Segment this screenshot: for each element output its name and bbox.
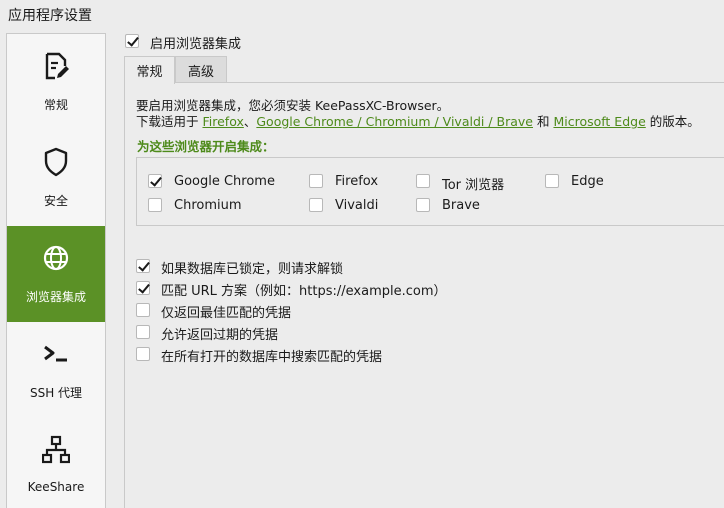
enable-browser-integration-label: 启用浏览器集成 bbox=[150, 37, 242, 52]
edit-document-icon bbox=[41, 50, 71, 82]
match-url-scheme-label: 匹配 URL 方案（例如：https://example.com） bbox=[161, 284, 447, 299]
unlock-database-label: 如果数据库已锁定，则请求解锁 bbox=[161, 262, 344, 277]
browsers-section-title: 为这些浏览器开启集成： bbox=[137, 139, 275, 154]
sidebar-item-label: 浏览器集成 bbox=[25, 290, 86, 304]
chrome-link[interactable]: Google Chrome / Chromium / Vivaldi / Bra… bbox=[256, 114, 533, 129]
sidebar-item-general[interactable]: 常规 bbox=[7, 34, 105, 130]
tor-browser-checkbox[interactable] bbox=[416, 174, 430, 188]
chromium-label: Chromium bbox=[174, 198, 242, 213]
edge-checkbox[interactable] bbox=[545, 174, 559, 188]
tab-general[interactable]: 常规 bbox=[124, 56, 175, 84]
vivaldi-label: Vivaldi bbox=[335, 198, 379, 213]
brave-label: Brave bbox=[442, 198, 480, 213]
sidebar-item-label: 安全 bbox=[43, 194, 68, 208]
shield-icon bbox=[41, 146, 71, 178]
best-match-only-label: 仅返回最佳匹配的凭据 bbox=[161, 306, 292, 321]
chromium-checkbox[interactable] bbox=[148, 198, 162, 212]
best-match-only-checkbox[interactable] bbox=[136, 303, 150, 317]
google-chrome-label: Google Chrome bbox=[174, 174, 275, 189]
brave-checkbox[interactable] bbox=[416, 198, 430, 212]
search-all-databases-label: 在所有打开的数据库中搜索匹配的凭据 bbox=[161, 350, 383, 365]
tor-browser-label: Tor 浏览器 bbox=[442, 178, 505, 193]
sidebar-item-ssh-agent[interactable]: SSH 代理 bbox=[7, 322, 105, 418]
network-icon bbox=[41, 434, 71, 466]
edge-label: Edge bbox=[571, 174, 604, 189]
edge-link[interactable]: Microsoft Edge bbox=[553, 114, 645, 129]
sidebar: 常规 安全 浏览器集成 SSH 代理 KeeShare bbox=[6, 33, 106, 508]
sidebar-item-label: KeeShare bbox=[27, 480, 85, 494]
sidebar-item-keeshare[interactable]: KeeShare bbox=[7, 418, 105, 508]
google-chrome-checkbox[interactable] bbox=[148, 174, 162, 188]
match-url-scheme-checkbox[interactable] bbox=[136, 281, 150, 295]
sidebar-item-security[interactable]: 安全 bbox=[7, 130, 105, 226]
page-title: 应用程序设置 bbox=[8, 8, 92, 24]
sidebar-item-label: 常规 bbox=[43, 98, 68, 112]
download-description: 下载适用于 Firefox、Google Chrome / Chromium /… bbox=[136, 114, 700, 129]
firefox-link[interactable]: Firefox bbox=[202, 114, 243, 129]
allow-expired-checkbox[interactable] bbox=[136, 325, 150, 339]
enable-browser-integration-checkbox[interactable] bbox=[125, 34, 139, 48]
terminal-icon bbox=[41, 338, 71, 370]
sidebar-item-label: SSH 代理 bbox=[29, 386, 83, 400]
tab-advanced[interactable]: 高级 bbox=[175, 56, 227, 83]
firefox-checkbox[interactable] bbox=[309, 174, 323, 188]
unlock-database-checkbox[interactable] bbox=[136, 259, 150, 273]
allow-expired-label: 允许返回过期的凭据 bbox=[161, 328, 279, 343]
sidebar-item-browser-integration[interactable]: 浏览器集成 bbox=[7, 226, 105, 322]
vivaldi-checkbox[interactable] bbox=[309, 198, 323, 212]
search-all-databases-checkbox[interactable] bbox=[136, 347, 150, 361]
browsers-group bbox=[136, 157, 724, 226]
firefox-label: Firefox bbox=[335, 174, 379, 189]
globe-icon bbox=[41, 242, 71, 274]
